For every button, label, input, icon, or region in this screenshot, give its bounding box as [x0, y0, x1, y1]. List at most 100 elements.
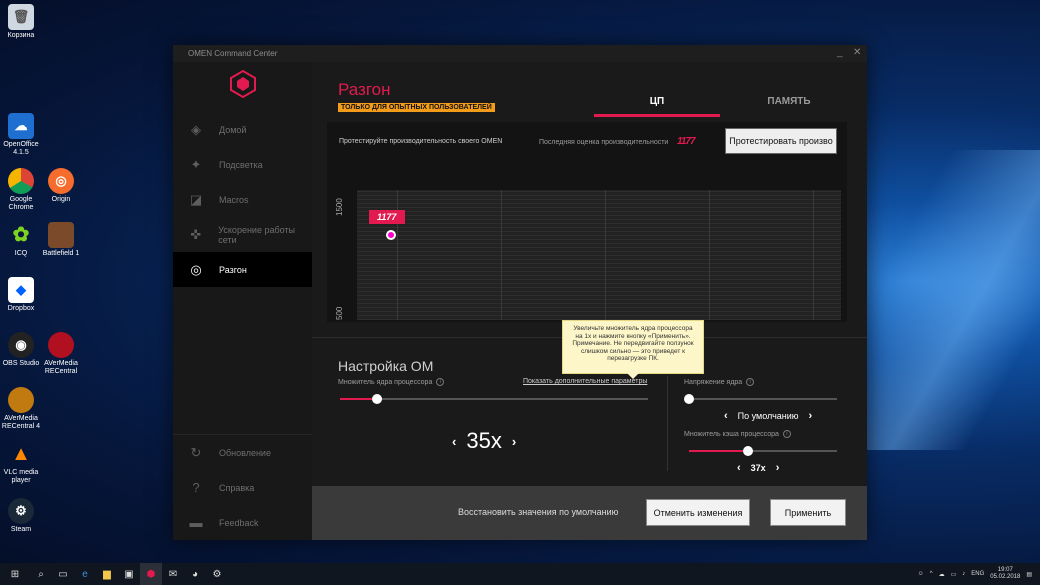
taskbar-explorer[interactable]: ▆	[96, 563, 118, 585]
desktop-wallpaper-glow	[840, 150, 1040, 450]
apply-button[interactable]: Применить	[770, 499, 846, 526]
desktop-icon-avermedia[interactable]: AVerMedia RECentral	[40, 332, 82, 376]
desktop-icon-battlefield[interactable]: Battlefield 1	[40, 222, 82, 258]
taskbar-steam[interactable]: ⚙	[206, 563, 228, 585]
core-voltage-slider[interactable]	[684, 394, 837, 404]
omen-logo	[229, 69, 257, 99]
desktop-icon-obs[interactable]: ◉ OBS Studio	[0, 332, 42, 368]
last-score-label: Последняя оценка производительности	[539, 139, 669, 146]
chart-point[interactable]	[386, 230, 396, 240]
show-more-params-link[interactable]: Показать дополнительные параметры	[523, 378, 647, 385]
core-voltage-value: По умолчанию	[737, 411, 799, 421]
start-button[interactable]: ⊞	[0, 563, 30, 585]
info-icon[interactable]: i	[436, 378, 445, 386]
desktop-icon-label: Google Chrome	[8, 196, 34, 211]
slider-fill	[689, 450, 748, 452]
sidebar-item-label: Обновление	[219, 447, 271, 458]
store-icon: ▣	[124, 568, 134, 580]
desktop-icon-chrome[interactable]: Google Chrome	[0, 168, 42, 212]
core-multiplier-label: Множитель ядра процессора i	[338, 378, 445, 386]
task-view-button[interactable]: ▭	[52, 563, 74, 585]
core-voltage-stepper: ‹ По умолчанию ›	[724, 410, 812, 422]
desktop-icon-icq[interactable]: ✿ ICQ	[0, 222, 42, 258]
chevron-right-icon[interactable]: ›	[512, 434, 516, 449]
benchmark-panel: Протестируйте производительность своего …	[327, 122, 847, 322]
notifications-icon[interactable]: ▤	[1026, 571, 1032, 578]
slider-knob[interactable]	[743, 446, 753, 456]
search-button[interactable]: ⌕	[30, 563, 52, 585]
taskbar-edge[interactable]: e	[74, 563, 96, 585]
cancel-changes-button[interactable]: Отменить изменения	[646, 499, 750, 526]
chrome-icon: ◕	[191, 568, 199, 580]
network-tray-icon[interactable]: ▭	[951, 571, 957, 578]
desktop-icon-label: AVerMedia RECentral 4	[1, 415, 41, 430]
update-icon: ↻	[190, 444, 202, 460]
expert-badge: ТОЛЬКО ДЛЯ ОПЫТНЫХ ПОЛЬЗОВАТЕЛЕЙ	[338, 103, 495, 112]
info-icon[interactable]: i	[782, 430, 791, 438]
info-icon[interactable]: i	[746, 378, 755, 386]
sidebar-item-update[interactable]: ↻ Обновление	[173, 435, 312, 470]
cache-multiplier-slider[interactable]	[689, 446, 837, 456]
desktop-icon-avermedia4[interactable]: AVerMedia RECentral 4	[0, 387, 42, 431]
sidebar-item-feedback[interactable]: ▬ Feedback	[173, 505, 312, 540]
sidebar-item-lighting[interactable]: ✦ Подсветка	[173, 147, 312, 182]
chevron-left-icon[interactable]: ‹	[452, 434, 456, 449]
chevron-right-icon[interactable]: ›	[776, 462, 780, 474]
windows-icon: ⊞	[10, 568, 20, 580]
cache-multiplier-label-text: Множитель кэша процессора	[684, 430, 779, 438]
system-tray: ☺ ^ ☁ ▭ ♪ ENG 19:07 05.02.2018 ▤	[918, 563, 1032, 585]
sidebar-item-label: Домой	[219, 124, 247, 135]
steam-icon: ⚙	[8, 498, 34, 524]
core-voltage-label: Напряжение ядра i	[684, 378, 755, 386]
avermedia4-icon	[8, 387, 34, 413]
desktop-icon-vlc[interactable]: ▲ VLC media player	[0, 441, 42, 485]
minimize-button[interactable]: _	[837, 47, 843, 58]
chrome-icon	[8, 168, 34, 194]
tab-cpu[interactable]: ЦП	[594, 96, 720, 117]
edge-icon: e	[82, 568, 88, 580]
settings-title: Настройка OM	[338, 358, 434, 374]
task-view-icon: ▭	[58, 568, 68, 580]
cache-multiplier-value: 37x	[750, 463, 766, 473]
taskbar: ⊞ ⌕ ▭ e ▆ ▣ ⬢ ✉ ◕ ⚙ ☺ ^ ☁ ▭ ♪ ENG 19:07 …	[0, 563, 1040, 585]
clock[interactable]: 19:07 05.02.2018	[990, 567, 1020, 581]
tab-memory[interactable]: ПАМЯТЬ	[726, 96, 852, 117]
chevron-up-icon[interactable]: ^	[930, 571, 933, 577]
taskbar-mail[interactable]: ✉	[162, 563, 184, 585]
close-button[interactable]: ✕	[853, 47, 861, 58]
sidebar-item-macros[interactable]: ◪ Macros	[173, 182, 312, 217]
sidebar-item-help[interactable]: ? Справка	[173, 470, 312, 505]
cloud-icon[interactable]: ☁	[939, 571, 945, 578]
volume-icon[interactable]: ♪	[962, 571, 965, 577]
chevron-right-icon[interactable]: ›	[809, 410, 813, 422]
desktop-icon-origin[interactable]: ◎ Origin	[40, 168, 82, 204]
chart-gridline	[605, 190, 606, 320]
cache-multiplier-stepper: ‹ 37x ›	[737, 462, 779, 474]
people-icon[interactable]: ☺	[918, 571, 924, 577]
run-benchmark-button[interactable]: Протестировать произво	[725, 128, 837, 154]
sidebar-item-label: Разгон	[219, 264, 247, 275]
taskbar-chrome[interactable]: ◕	[184, 563, 206, 585]
taskbar-store[interactable]: ▣	[118, 563, 140, 585]
desktop-icon-dropbox[interactable]: ◆ Dropbox	[0, 277, 42, 313]
desktop-icon-openoffice[interactable]: ☁ OpenOffice 4.1.5	[0, 113, 42, 157]
sidebar-item-overclock[interactable]: ◎ Разгон	[173, 252, 312, 287]
sidebar-item-label: Macros	[219, 194, 249, 205]
dropbox-icon: ◆	[8, 277, 34, 303]
language-indicator[interactable]: ENG	[971, 571, 984, 577]
slider-knob[interactable]	[684, 394, 694, 404]
desktop-icon-label: Корзина	[7, 32, 35, 39]
desktop-icon-steam[interactable]: ⚙ Steam	[0, 498, 42, 534]
sidebar-item-home[interactable]: ◈ Домой	[173, 112, 312, 147]
sidebar-item-network[interactable]: ✜ Ускорение работы сети	[173, 217, 312, 252]
footer-bar: Восстановить значения по умолчанию Отмен…	[312, 486, 867, 540]
slider-knob[interactable]	[372, 394, 382, 404]
chevron-left-icon[interactable]: ‹	[737, 462, 741, 474]
mail-icon: ✉	[168, 568, 178, 580]
restore-defaults-link[interactable]: Восстановить значения по умолчанию	[458, 507, 618, 517]
chevron-left-icon[interactable]: ‹	[724, 410, 728, 422]
taskbar-omen[interactable]: ⬢	[140, 563, 162, 585]
help-icon: ?	[192, 480, 200, 495]
desktop-icon-recycle-bin[interactable]: 🗑 Корзина	[0, 4, 42, 40]
core-multiplier-slider[interactable]	[340, 394, 648, 404]
